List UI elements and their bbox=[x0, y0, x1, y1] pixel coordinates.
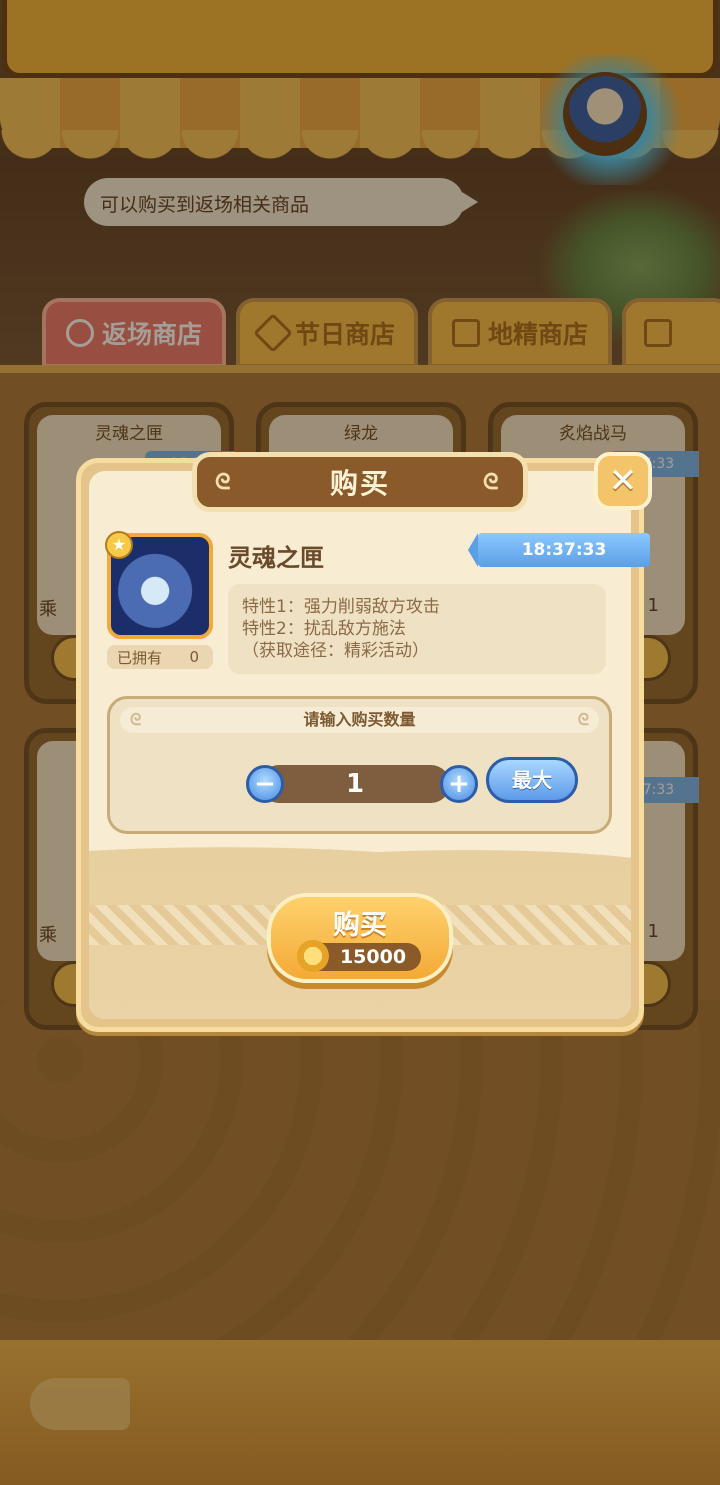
max-quantity-button[interactable]: 最大 bbox=[486, 757, 578, 803]
trait-1: 特性1：强力削弱敌方攻击 bbox=[242, 597, 440, 617]
buy-button[interactable]: 购买 15000 bbox=[267, 893, 453, 983]
increase-button[interactable]: + bbox=[440, 765, 478, 803]
buy-label: 购买 bbox=[333, 910, 387, 941]
close-icon: ✕ bbox=[608, 461, 638, 501]
star-icon: ★ bbox=[105, 531, 133, 559]
close-button[interactable]: ✕ bbox=[594, 452, 652, 510]
trait-2: 特性2：扰乱敌方施法 bbox=[242, 619, 406, 639]
swirl-icon: ᘓ bbox=[577, 710, 589, 729]
quantity-input[interactable]: 1 bbox=[260, 765, 450, 803]
item-name: 灵魂之匣 bbox=[228, 544, 324, 572]
decrease-button[interactable]: − bbox=[246, 765, 284, 803]
minus-icon: − bbox=[254, 769, 276, 799]
dialog-title-bar: ᘓ 购买 ᘓ bbox=[192, 452, 528, 512]
plus-icon: + bbox=[448, 769, 470, 799]
timer-ribbon: 18:37:33 bbox=[468, 533, 650, 567]
owned-value: 0 bbox=[189, 648, 199, 666]
quantity-label-bar: ᘓ 请输入购买数量 ᘓ bbox=[120, 707, 599, 733]
quantity-label: 请输入购买数量 bbox=[303, 710, 416, 729]
owned-count: 已拥有 0 bbox=[107, 645, 213, 669]
item-source: （获取途径：精彩活动） bbox=[242, 641, 429, 661]
gold-coin-icon bbox=[297, 940, 329, 972]
swirl-left-icon: ᘓ bbox=[215, 470, 233, 495]
item-icon: ★ bbox=[105, 531, 213, 639]
owned-label: 已拥有 bbox=[117, 648, 163, 667]
item-description: 特性1：强力削弱敌方攻击 特性2：扰乱敌方施法 （获取途径：精彩活动） bbox=[228, 584, 606, 674]
dialog-title: 购买 bbox=[329, 467, 390, 500]
scenery-hills bbox=[89, 833, 631, 873]
swirl-icon: ᘓ bbox=[130, 710, 142, 729]
swirl-right-icon: ᘓ bbox=[483, 470, 501, 495]
quantity-panel: ᘓ 请输入购买数量 ᘓ 1 − + 最大 bbox=[107, 696, 612, 834]
